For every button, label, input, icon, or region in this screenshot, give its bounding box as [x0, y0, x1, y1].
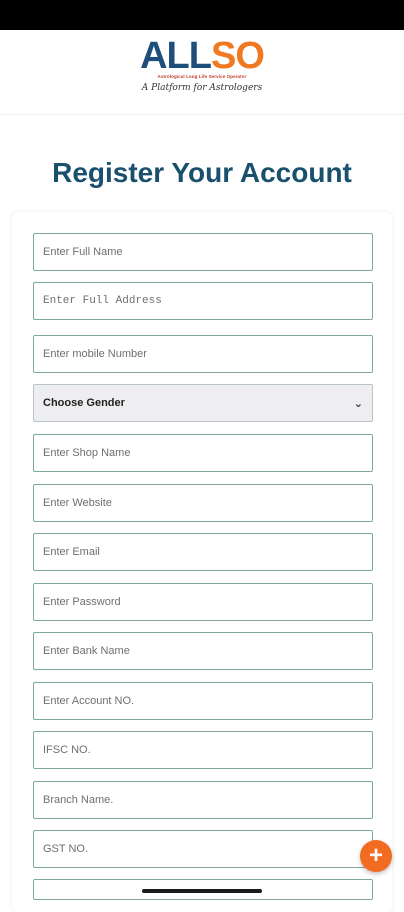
plus-icon: + [368, 842, 383, 869]
page-title: Register Your Account [52, 157, 352, 188]
website-placeholder: Enter Website [43, 497, 112, 509]
shop-name-input[interactable]: Enter Shop Name [33, 434, 373, 472]
full-address-placeholder: Enter Full Address [43, 295, 162, 307]
add-fab-button[interactable]: + [360, 840, 392, 872]
full-name-input[interactable]: Enter Full Name [33, 233, 373, 271]
chevron-down-icon: ⌄ [353, 397, 363, 410]
email-input[interactable]: Enter Email [33, 533, 373, 571]
bank-name-placeholder: Enter Bank Name [43, 645, 130, 657]
email-placeholder: Enter Email [43, 546, 100, 558]
password-placeholder: Enter Password [43, 596, 121, 608]
account-number-input[interactable]: Enter Account NO. [33, 682, 373, 720]
logo-wordmark: ALLSO [140, 35, 265, 77]
gender-selected-value: Choose Gender [43, 397, 125, 409]
status-bar [0, 0, 404, 30]
branch-name-placeholder: Branch Name. [43, 794, 114, 806]
shop-name-placeholder: Enter Shop Name [43, 447, 131, 459]
logo-part-so: SO [210, 35, 265, 77]
logo-part-all: ALL [140, 35, 212, 77]
logo-tagline: A Platform for Astrologers [141, 83, 263, 93]
gender-select[interactable]: Choose Gender ⌄ [33, 384, 373, 422]
full-address-input[interactable]: Enter Full Address [33, 282, 373, 320]
gst-placeholder: GST NO. [43, 843, 89, 855]
ifsc-placeholder: IFSC NO. [43, 744, 91, 756]
password-input[interactable]: Enter Password [33, 583, 373, 621]
mobile-number-input[interactable]: Enter mobile Number [33, 335, 373, 373]
ifsc-input[interactable]: IFSC NO. [33, 731, 373, 769]
full-name-placeholder: Enter Full Name [43, 246, 123, 258]
website-input[interactable]: Enter Website [33, 484, 373, 522]
allso-logo: ALLSO Astrological Long Life Service Ope… [0, 36, 404, 93]
bank-name-input[interactable]: Enter Bank Name [33, 632, 373, 670]
branch-name-input[interactable]: Branch Name. [33, 781, 373, 819]
home-indicator [142, 889, 262, 893]
mobile-number-placeholder: Enter mobile Number [43, 348, 147, 360]
account-number-placeholder: Enter Account NO. [43, 695, 135, 707]
app-header: ALLSO Astrological Long Life Service Ope… [0, 30, 404, 115]
logo-subtitle: Astrological Long Life Service Operator [157, 74, 247, 79]
gst-input[interactable]: GST NO. [33, 830, 373, 868]
